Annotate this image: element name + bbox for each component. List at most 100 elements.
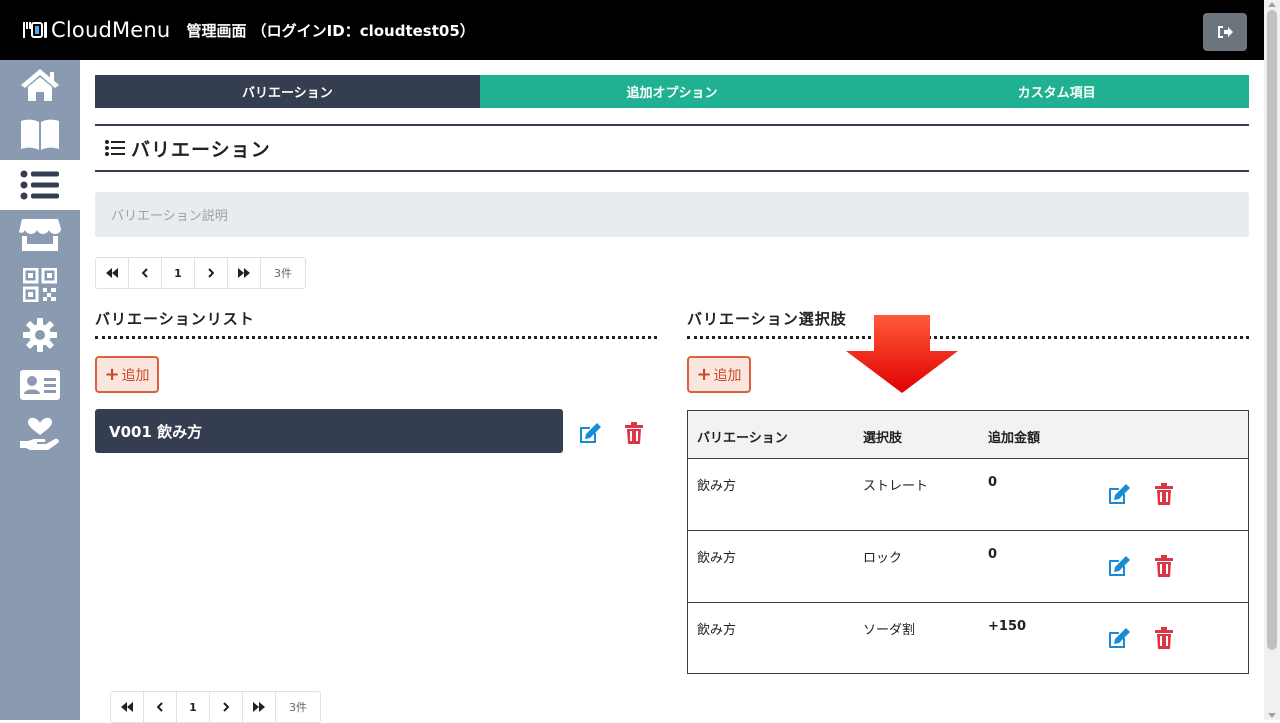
chevron-left-icon [157,702,163,712]
qr-code-icon [23,268,57,302]
variation-cell: 飲み方 [697,551,737,566]
double-chevron-right-icon [253,702,265,712]
scroll-thumb[interactable] [1267,10,1277,650]
column-header: 選択肢 [863,431,903,446]
brand-name: CloudMenu [51,18,171,42]
variation-cell: 飲み方 [697,479,737,494]
column-header: バリエーション [697,431,788,446]
prev-page-button[interactable] [144,692,177,722]
edit-option-button[interactable] [1106,553,1132,579]
divider [95,336,657,339]
pagination-top: 1 3件 [95,257,306,289]
list-item[interactable]: V001 飲み方 [95,409,563,453]
tab-variations[interactable]: バリエーション [95,75,480,108]
gear-icon [23,318,57,352]
brand-logo[interactable]: CloudMenu [22,18,170,42]
tab-additional-options[interactable]: 追加オプション [479,75,865,108]
delete-variation-button[interactable] [621,420,647,446]
add-variation-button[interactable]: + 追加 [95,356,159,393]
double-chevron-left-icon [121,702,133,712]
double-chevron-right-icon [238,268,250,278]
page-scrollbar[interactable] [1264,0,1280,720]
logout-icon [1218,26,1233,38]
page-title: 管理画面 （ログインID：cloudtest05） [186,21,475,40]
trash-icon [1155,555,1173,577]
table-row: 飲み方 ソーダ割 +150 [688,603,1248,675]
section-title: バリエーション [131,138,271,161]
sidebar-item-qr-code[interactable] [0,260,80,310]
home-icon [21,69,59,101]
sidebar-item-staff[interactable] [0,360,80,410]
last-page-button[interactable] [228,258,261,288]
top-bar: CloudMenu 管理画面 （ログインID：cloudtest05） [0,0,1280,60]
price-cell: +150 [988,619,1027,634]
sidebar-item-home[interactable] [0,60,80,110]
choice-cell: ロック [863,551,903,566]
sidebar [0,60,80,720]
tab-bar: バリエーション 追加オプション カスタム項目 [95,75,1250,108]
edit-option-button[interactable] [1106,625,1132,651]
choice-cell: ソーダ割 [863,623,916,638]
red-arrow-annotation [846,315,958,393]
tab-custom-items[interactable]: カスタム項目 [864,75,1250,108]
options-table: バリエーション 選択肢 追加金額 飲み方 ストレート 0 飲み方 ロック 0 飲… [687,410,1249,674]
edit-option-button[interactable] [1106,481,1132,507]
sidebar-item-menu-book[interactable] [0,110,80,160]
next-page-button[interactable] [195,258,228,288]
page-number[interactable]: 1 [177,692,210,722]
list-icon [20,170,59,200]
heart-hand-icon [20,417,59,450]
sidebar-item-settings[interactable] [0,310,80,360]
price-cell: 0 [988,475,998,490]
delete-option-button[interactable] [1151,625,1177,651]
section-heading: バリエーション [95,124,1249,172]
add-label: 追加 [713,367,742,384]
item-count: 3件 [289,701,307,714]
id-card-icon [20,370,60,400]
trash-icon [625,422,643,444]
book-icon [21,119,59,150]
variation-list-title: バリエーションリスト [95,310,255,328]
variation-cell: 飲み方 [697,623,737,638]
plus-icon: + [104,363,120,385]
column-header: 追加金額 [988,431,1041,446]
first-page-button[interactable] [96,258,129,288]
edit-icon [1109,556,1130,576]
page-number[interactable]: 1 [162,258,195,288]
delete-option-button[interactable] [1151,481,1177,507]
chevron-right-icon [223,702,229,712]
variation-description: バリエーション説明 [95,192,1249,237]
trash-icon [1155,627,1173,649]
delete-option-button[interactable] [1151,553,1177,579]
choice-cell: ストレート [863,479,929,494]
edit-icon [1109,628,1130,648]
variation-options-title: バリエーション選択肢 [687,310,847,328]
sidebar-item-store[interactable] [0,210,80,260]
scroll-up-arrow[interactable] [1268,2,1276,7]
item-count: 3件 [274,267,292,280]
table-header: バリエーション 選択肢 追加金額 [688,411,1248,459]
chevron-left-icon [142,268,148,278]
first-page-button[interactable] [111,692,144,722]
chevron-right-icon [208,268,214,278]
add-option-button[interactable]: + 追加 [687,356,751,393]
add-label: 追加 [121,367,150,384]
double-chevron-left-icon [106,268,118,278]
logout-button[interactable] [1203,13,1247,51]
divider [687,336,1249,339]
plus-icon: + [696,363,712,385]
edit-variation-button[interactable] [577,420,603,446]
scroll-down-arrow[interactable] [1268,713,1276,718]
fork-knife-icon [23,22,47,38]
trash-icon [1155,483,1173,505]
edit-icon [1109,484,1130,504]
sidebar-item-variations[interactable] [0,160,80,210]
sidebar-item-support[interactable] [0,410,80,460]
table-row: 飲み方 ストレート 0 [688,459,1248,531]
last-page-button[interactable] [243,692,276,722]
next-page-button[interactable] [210,692,243,722]
price-cell: 0 [988,547,998,562]
edit-icon [580,423,601,443]
pagination-bottom: 1 3件 [110,691,321,723]
prev-page-button[interactable] [129,258,162,288]
